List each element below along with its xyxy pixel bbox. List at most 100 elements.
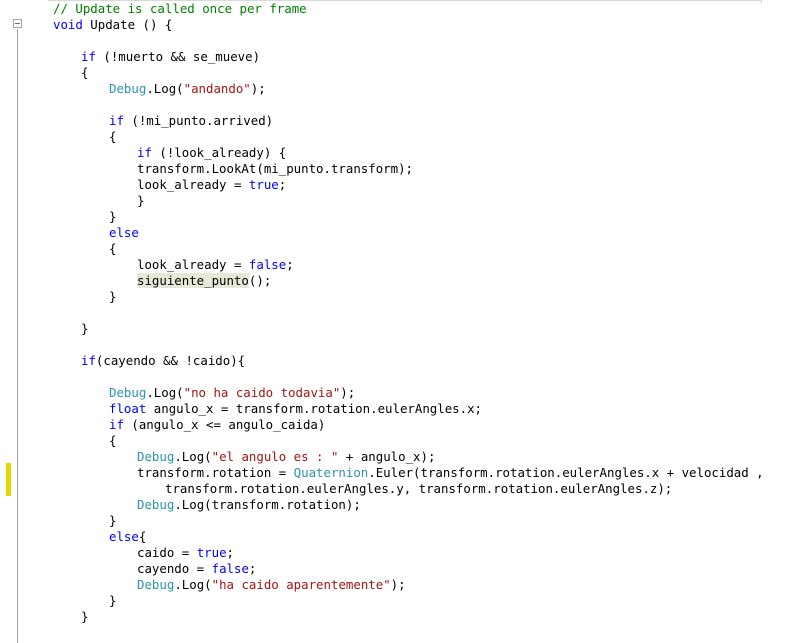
code-token: if [109,113,124,128]
code-line[interactable]: if (!mi_punto.arrived) [109,113,273,129]
code-token: Quaternion [293,465,369,480]
code-token: false [211,561,249,576]
code-token: } [109,593,117,608]
code-line[interactable]: float angulo_x = transform.rotation.eule… [109,401,482,417]
code-token: if [137,145,152,160]
code-token: } [81,321,89,336]
code-line[interactable]: cayendo = false; [137,561,256,577]
code-line[interactable]: transform.LookAt(mi_punto.transform); [137,161,413,177]
code-token: float [109,401,147,416]
code-token: Debug [109,81,147,96]
code-token: (!muerto && se_mueve) [95,49,261,64]
code-token: { [81,65,89,80]
code-line[interactable]: if (angulo_x <= angulo_caida) [109,417,325,433]
code-token: if [109,417,124,432]
code-token: cayendo = [137,561,212,576]
code-token: caido = [137,545,197,560]
code-token: look_already = [137,177,249,192]
code-line[interactable]: void Update () { [53,17,172,33]
code-token: } [81,609,89,624]
code-token: Debug [137,449,175,464]
code-token: "el angulo es : " [211,449,339,464]
code-line[interactable]: transform.rotation.eulerAngles.y, transf… [165,481,672,497]
code-line[interactable]: Debug.Log("andando"); [109,81,266,97]
code-token: { [109,241,117,256]
code-line[interactable]: Debug.Log(transform.rotation); [137,497,361,513]
code-line[interactable]: look_already = true; [137,177,286,193]
editor-gutter [0,0,48,643]
code-token: .Log( [146,81,184,96]
code-token: if [81,353,96,368]
code-token: { [109,129,117,144]
code-token: // Update is called once per frame [53,1,307,16]
code-line[interactable]: { [109,433,116,449]
code-line[interactable]: Debug.Log("ha caido aparentemente"); [137,577,406,593]
code-line[interactable]: } [137,193,144,209]
code-line[interactable]: else{ [109,529,146,545]
code-token: angulo_x = transform.rotation.eulerAngle… [146,401,483,416]
code-editor[interactable]: // Update is called once per frame void U… [0,0,807,643]
code-token: } [109,513,117,528]
code-token: (cayendo && !caido){ [95,353,246,368]
code-token: Debug [109,385,147,400]
code-token: true [196,545,227,560]
code-token: Debug [137,497,175,512]
code-token: look_already = [137,257,249,272]
code-token: } [137,193,145,208]
code-token: ; [286,257,294,272]
code-token: ); [250,81,266,96]
code-line[interactable]: if (!muerto && se_mueve) [81,49,260,65]
code-line[interactable]: } [109,593,116,609]
code-token: (); [248,273,272,288]
code-line[interactable]: Debug.Log("no ha caido todavia"); [109,385,355,401]
code-token: .Log( [146,385,184,400]
code-token: { [109,433,117,448]
code-line[interactable]: } [81,321,88,337]
editor-right-border [761,0,762,4]
code-token: ); [340,385,356,400]
code-token: void [53,17,83,32]
code-token: "no ha caido todavia" [183,385,341,400]
code-token: Debug [137,577,175,592]
code-line[interactable]: if(cayendo && !caido){ [81,353,245,369]
code-line[interactable]: } [109,209,116,225]
code-token: if [81,49,96,64]
code-line[interactable]: siguiente_punto(); [137,273,271,289]
code-token: true [248,177,279,192]
code-token: (angulo_x <= angulo_caida) [123,417,326,432]
fold-guide-line [17,29,18,643]
code-token: } [109,209,117,224]
code-line[interactable]: { [81,65,88,81]
code-token: + angulo_x); [338,449,436,464]
code-token: else [109,225,139,240]
modified-line-marker [6,463,11,496]
code-line[interactable]: { [109,241,116,257]
code-line[interactable]: caido = true; [137,545,234,561]
code-token: .Log( [174,449,212,464]
code-token: "ha caido aparentemente" [211,577,391,592]
code-token: (!look_already) { [151,145,287,160]
code-line[interactable]: if (!look_already) { [137,145,286,161]
code-token: ; [226,545,234,560]
code-line[interactable]: } [109,289,116,305]
code-token: else [109,529,139,544]
code-line[interactable]: // Update is called once per frame [53,1,307,17]
code-line[interactable]: look_already = false; [137,257,294,273]
code-token: (!mi_punto.arrived) [123,113,274,128]
code-token: } [109,289,117,304]
code-token: ; [278,177,287,192]
code-token: Update () { [82,17,173,32]
code-line[interactable]: { [109,129,116,145]
code-token: transform.rotation = [137,465,294,480]
code-line[interactable]: Debug.Log("el angulo es : " + angulo_x); [137,449,435,465]
code-token: false [248,257,287,272]
collapse-box-icon[interactable] [13,19,22,28]
code-line[interactable]: } [109,513,116,529]
code-token: siguiente_punto [137,273,249,288]
code-token: { [138,529,147,544]
code-line[interactable]: } [81,609,88,625]
code-token: .Log(transform.rotation); [174,497,361,512]
code-line[interactable]: transform.rotation = Quaternion.Euler(tr… [137,465,764,481]
code-token: transform.rotation.eulerAngles.y, transf… [165,481,673,496]
code-line[interactable]: else [109,225,139,241]
